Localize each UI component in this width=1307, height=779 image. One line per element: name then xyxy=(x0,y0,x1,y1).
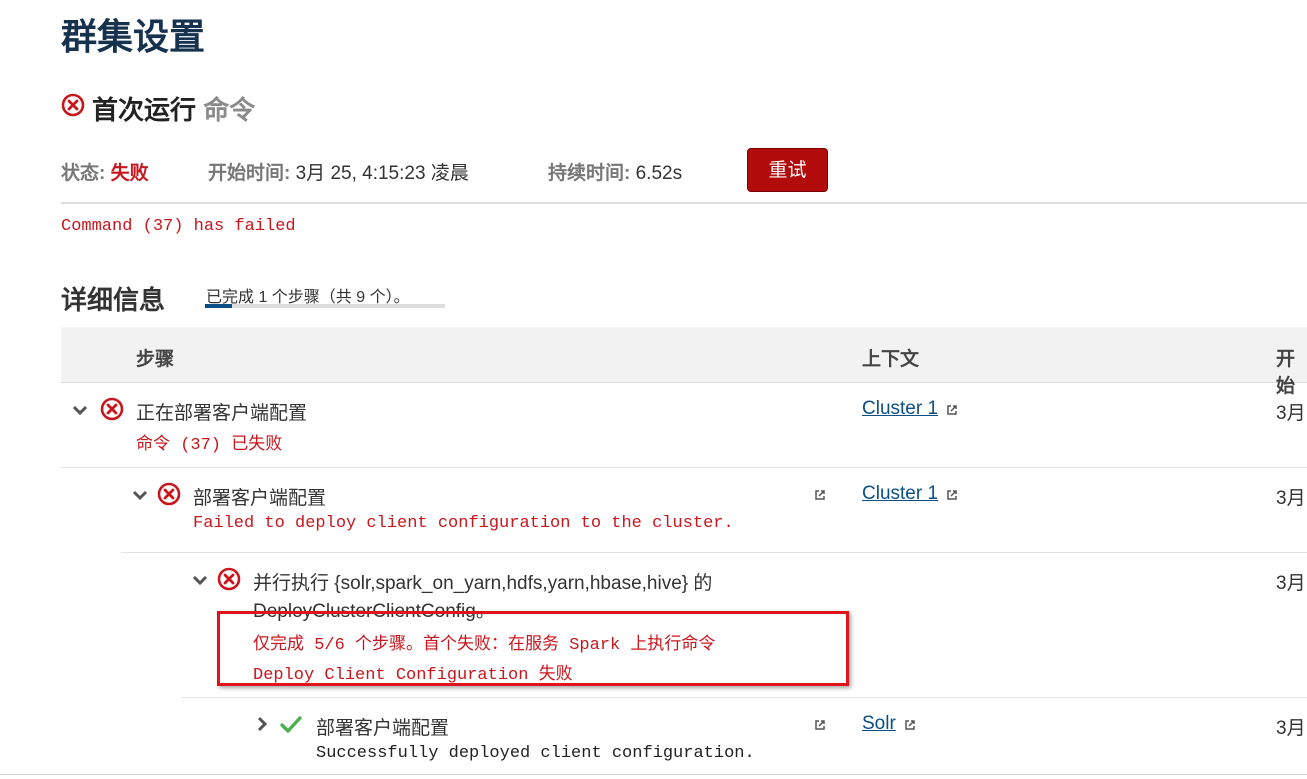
start-time: 开始时间: 3月 25, 4:15:23 凌晨 xyxy=(208,158,469,185)
step-title: 部署客户端配置 xyxy=(193,488,327,509)
command-name: 首次运行 xyxy=(92,95,197,125)
step-start: 3月 xyxy=(1276,488,1306,509)
step-start: 3月 xyxy=(1276,718,1306,739)
step-subtitle: 命令 (37) 已失败 xyxy=(136,436,283,455)
duration: 持续时间: 6.52s xyxy=(548,158,682,185)
step-title: 部署客户端配置 xyxy=(316,718,450,739)
chevron-down-icon[interactable] xyxy=(192,572,208,588)
status-value: 失败 xyxy=(110,163,149,184)
step-title: 正在部署客户端配置 xyxy=(136,403,308,424)
chevron-down-icon[interactable] xyxy=(72,402,88,418)
external-link-icon xyxy=(947,490,958,500)
context-link[interactable]: Solr xyxy=(862,713,916,735)
external-link-icon xyxy=(947,405,958,415)
command-error-message: Command (37) has failed xyxy=(61,217,296,236)
external-link-icon[interactable] xyxy=(814,489,826,501)
context-link-text[interactable]: Cluster 1 xyxy=(862,398,938,419)
step-start: 3月 xyxy=(1276,573,1306,594)
external-link-icon xyxy=(905,720,915,730)
duration-label: 持续时间: xyxy=(548,163,631,184)
row-divider xyxy=(61,467,1307,468)
highlight-box xyxy=(217,611,849,686)
step-subtitle: Failed to deploy client configuration to… xyxy=(193,514,734,533)
step-subtitle: Successfully deployed client configurati… xyxy=(316,744,755,763)
header-start: 开始 xyxy=(1276,349,1296,397)
table-header xyxy=(61,327,1307,383)
error-icon xyxy=(61,93,85,117)
chevron-down-icon[interactable] xyxy=(132,487,148,503)
start-label: 开始时间: xyxy=(208,163,291,184)
step-start: 3月 xyxy=(1276,403,1306,424)
context-link-text[interactable]: Cluster 1 xyxy=(862,483,938,504)
duration-value: 6.52s xyxy=(635,163,683,184)
start-value: 3月 25, 4:15:23 凌晨 xyxy=(295,163,469,184)
chevron-right-icon[interactable] xyxy=(254,716,270,732)
row-divider xyxy=(0,774,1307,775)
header-step: 步骤 xyxy=(136,349,175,370)
progress-bar-fill xyxy=(205,304,232,308)
status-line: 状态: 失败 xyxy=(61,158,149,185)
external-link-icon[interactable] xyxy=(814,719,826,731)
header-context: 上下文 xyxy=(862,349,920,370)
progress-bar xyxy=(205,304,445,308)
retry-button[interactable]: 重试 xyxy=(747,148,828,192)
details-title: 详细信息 xyxy=(61,285,166,315)
row-divider xyxy=(181,697,1307,698)
context-link[interactable]: Cluster 1 xyxy=(862,398,958,420)
error-icon xyxy=(217,567,241,591)
error-icon xyxy=(157,482,181,506)
checkmark-icon xyxy=(280,716,302,733)
context-link[interactable]: Cluster 1 xyxy=(862,483,958,505)
command-kind: 命令 xyxy=(203,95,256,125)
step-title-line1: 并行执行 {solr,spark_on_yarn,hdfs,yarn,hbase… xyxy=(253,573,713,594)
page-title: 群集设置 xyxy=(61,16,206,57)
context-link-text[interactable]: Solr xyxy=(862,713,896,734)
header-divider xyxy=(61,202,1307,204)
error-icon xyxy=(100,397,124,421)
status-label: 状态: xyxy=(61,163,106,184)
row-divider xyxy=(121,552,1307,553)
command-title: 首次运行 命令 xyxy=(92,90,255,127)
